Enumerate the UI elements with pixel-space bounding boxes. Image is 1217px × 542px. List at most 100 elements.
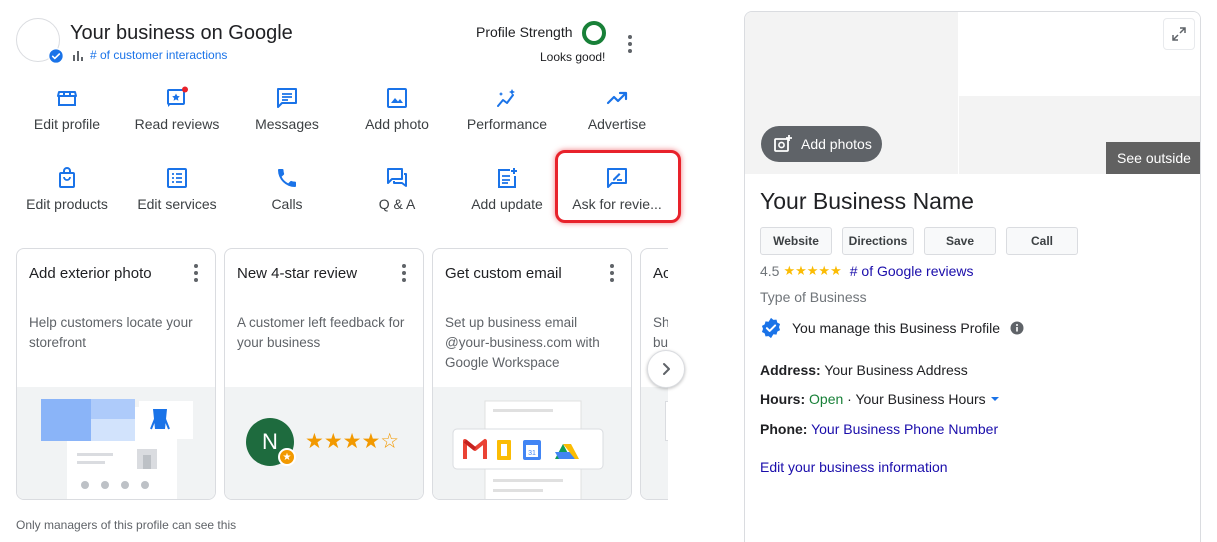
business-type: Type of Business — [760, 289, 867, 305]
card-more-options-icon[interactable] — [399, 263, 409, 283]
customer-interactions-link[interactable]: # of customer interactions — [72, 48, 227, 62]
phone-icon — [278, 169, 296, 187]
advertise-button[interactable]: Advertise — [562, 86, 672, 146]
call-button[interactable]: Call — [1006, 227, 1078, 255]
performance-icon — [497, 89, 515, 107]
action-label: Performance — [466, 116, 548, 132]
edit-business-info-link[interactable]: Edit your business information — [760, 459, 948, 475]
highlight-annotation-box — [555, 150, 681, 223]
shopping-bag-icon — [59, 167, 75, 188]
caret-down-icon[interactable] — [990, 394, 1000, 404]
read-reviews-button[interactable]: Read reviews — [122, 86, 232, 146]
card-add-exterior-photo[interactable]: Add exterior photo Help customers locate… — [16, 248, 216, 500]
google-reviews-link[interactable]: # of Google reviews — [850, 263, 974, 279]
rating-row: 4.5 ★★★★★ # of Google reviews — [760, 263, 973, 279]
add-photos-label: Add photos — [801, 136, 872, 152]
edit-profile-button[interactable]: Edit profile — [12, 86, 122, 146]
profile-strength-status: Looks good! — [540, 50, 606, 64]
save-button[interactable]: Save — [924, 227, 996, 255]
card-body: Sh bu — [653, 315, 668, 350]
action-label: Calls — [271, 196, 303, 212]
expand-button[interactable] — [1163, 18, 1195, 50]
card-more-options-icon[interactable] — [191, 263, 201, 283]
manage-profile-row: You manage this Business Profile — [760, 317, 1024, 339]
info-icon[interactable] — [1010, 321, 1024, 335]
review-stars: ★★★★☆ — [305, 430, 400, 453]
list-icon — [167, 168, 187, 188]
card-title: Add exterior photo — [29, 265, 152, 282]
expand-icon — [1172, 27, 1186, 41]
suggestion-cards-carousel: Add exterior photo Help customers locate… — [16, 248, 668, 500]
workspace-apps-icon: 31 — [452, 400, 604, 499]
star-badge-icon: ★ — [278, 448, 296, 466]
review-illustration: N ★ ★★★★☆ — [225, 387, 423, 499]
reviews-icon — [167, 86, 188, 107]
post-add-icon — [498, 168, 517, 188]
add-photo-button[interactable]: Add photo — [342, 86, 452, 146]
verified-badge-icon — [761, 317, 781, 339]
storefront-illustration-icon — [41, 399, 193, 499]
card-new-review[interactable]: New 4-star review A customer left feedba… — [224, 248, 424, 500]
action-label: Advertise — [587, 116, 647, 132]
hours-value: Your Business Hours — [855, 391, 986, 407]
add-update-button[interactable]: Add update — [452, 166, 562, 226]
card-illustration — [641, 387, 668, 499]
rating-value: 4.5 — [760, 263, 780, 279]
calls-button[interactable]: Calls — [232, 166, 342, 226]
card-title: Ac — [653, 265, 668, 282]
address-row: Address: Your Business Address — [760, 362, 968, 378]
card-body: A customer left feedback for your busine… — [237, 315, 405, 350]
photo-icon — [387, 88, 407, 108]
directions-button[interactable]: Directions — [842, 227, 914, 255]
profile-strength-ring-icon[interactable] — [582, 21, 606, 45]
action-label: Q & A — [378, 196, 416, 212]
hours-label: Hours: — [760, 391, 806, 407]
open-status: Open — [809, 391, 844, 407]
action-label: Edit services — [137, 196, 217, 212]
card-body: Help customers locate your storefront — [29, 315, 193, 350]
phone-number-link[interactable]: Your Business Phone Number — [811, 421, 998, 437]
carousel-next-button[interactable] — [647, 350, 685, 388]
action-label: Edit products — [26, 196, 108, 212]
business-name: Your Business Name — [760, 188, 974, 214]
qa-icon — [387, 168, 407, 187]
phone-label: Phone: — [760, 421, 808, 437]
edit-products-button[interactable]: Edit products — [12, 166, 122, 226]
add-photos-button[interactable]: Add photos — [761, 126, 882, 162]
svg-text:31: 31 — [528, 450, 536, 457]
performance-button[interactable]: Performance — [452, 86, 562, 146]
card-more-options-icon[interactable] — [607, 263, 617, 283]
more-options-icon[interactable] — [620, 33, 640, 55]
qa-button[interactable]: Q & A — [342, 166, 452, 226]
edit-services-button[interactable]: Edit services — [122, 166, 232, 226]
add-photo-icon — [774, 135, 792, 152]
address-label: Address: — [760, 362, 821, 378]
action-label: Edit profile — [33, 116, 101, 132]
hours-row[interactable]: Hours: Open · Your Business Hours — [760, 391, 1000, 407]
card-body: Set up business email @your-business.com… — [445, 315, 600, 370]
managers-only-note: Only managers of this profile can see th… — [16, 518, 237, 532]
card-custom-email[interactable]: Get custom email Set up business email @… — [432, 248, 632, 500]
storefront-illustration — [17, 387, 215, 499]
address-value: Your Business Address — [824, 362, 968, 378]
manage-profile-text: You manage this Business Profile — [792, 320, 1001, 336]
action-label: Add update — [471, 196, 543, 212]
storefront-icon — [57, 91, 77, 106]
trending-up-icon — [606, 91, 628, 105]
website-button[interactable]: Website — [760, 227, 832, 255]
messages-button[interactable]: Messages — [232, 86, 342, 146]
profile-strength-label: Profile Strength — [476, 24, 573, 40]
interactions-label: # of customer interactions — [90, 48, 228, 62]
bar-chart-icon — [73, 51, 83, 61]
business-knowledge-panel: Add photos See outside Your Business Nam… — [744, 11, 1201, 542]
rating-stars: ★★★★★ — [783, 263, 842, 278]
message-icon — [277, 88, 297, 108]
workspace-illustration: 31 — [433, 387, 631, 499]
action-label: Read reviews — [134, 116, 220, 132]
chevron-right-icon — [663, 363, 670, 375]
phone-row: Phone: Your Business Phone Number — [760, 421, 998, 437]
card-title: Get custom email — [445, 265, 562, 282]
action-label: Add photo — [365, 116, 429, 132]
see-outside-button[interactable]: See outside — [1106, 142, 1200, 174]
card-title: New 4-star review — [237, 265, 358, 282]
